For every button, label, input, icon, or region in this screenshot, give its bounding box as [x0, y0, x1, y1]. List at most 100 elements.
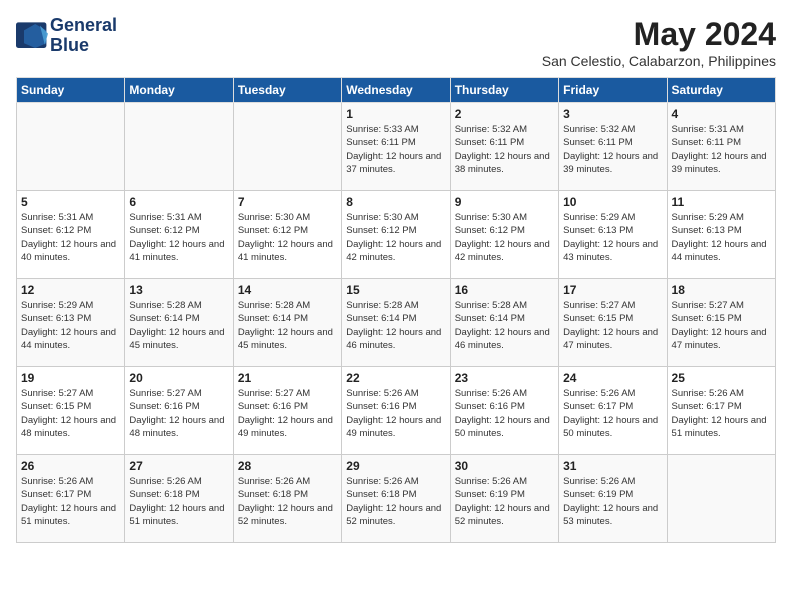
- calendar-table: Sunday Monday Tuesday Wednesday Thursday…: [16, 77, 776, 543]
- day-number: 14: [238, 283, 337, 297]
- logo: General Blue: [16, 16, 117, 56]
- day-cell: 9 Sunrise: 5:30 AM Sunset: 6:12 PM Daylig…: [450, 191, 558, 279]
- day-info: Sunrise: 5:26 AM Sunset: 6:17 PM Dayligh…: [672, 387, 771, 440]
- day-info: Sunrise: 5:26 AM Sunset: 6:19 PM Dayligh…: [455, 475, 554, 528]
- day-cell: 7 Sunrise: 5:30 AM Sunset: 6:12 PM Daylig…: [233, 191, 341, 279]
- location: San Celestio, Calabarzon, Philippines: [542, 53, 776, 69]
- day-info: Sunrise: 5:30 AM Sunset: 6:12 PM Dayligh…: [238, 211, 337, 264]
- day-info: Sunrise: 5:31 AM Sunset: 6:12 PM Dayligh…: [129, 211, 228, 264]
- day-cell: 21 Sunrise: 5:27 AM Sunset: 6:16 PM Dayli…: [233, 367, 341, 455]
- day-info: Sunrise: 5:26 AM Sunset: 6:19 PM Dayligh…: [563, 475, 662, 528]
- day-number: 7: [238, 195, 337, 209]
- day-number: 9: [455, 195, 554, 209]
- day-cell: 16Sunrise: 5:28 AM Sunset: 6:14 PM Dayli…: [450, 279, 558, 367]
- month-title: May 2024: [542, 16, 776, 53]
- day-info: Sunrise: 5:26 AM Sunset: 6:16 PM Dayligh…: [455, 387, 554, 440]
- day-info: Sunrise: 5:31 AM Sunset: 6:11 PM Dayligh…: [672, 123, 771, 176]
- day-number: 18: [672, 283, 771, 297]
- day-cell: 2 Sunrise: 5:32 AM Sunset: 6:11 PM Daylig…: [450, 103, 558, 191]
- week-row-1: 1 Sunrise: 5:33 AM Sunset: 6:11 PM Daylig…: [17, 103, 776, 191]
- day-number: 3: [563, 107, 662, 121]
- day-info: Sunrise: 5:32 AM Sunset: 6:11 PM Dayligh…: [455, 123, 554, 176]
- day-cell: 1 Sunrise: 5:33 AM Sunset: 6:11 PM Daylig…: [342, 103, 450, 191]
- day-cell: [667, 455, 775, 543]
- day-cell: 22 Sunrise: 5:26 AM Sunset: 6:16 PM Dayli…: [342, 367, 450, 455]
- day-number: 28: [238, 459, 337, 473]
- week-row-3: 12Sunrise: 5:29 AM Sunset: 6:13 PM Dayli…: [17, 279, 776, 367]
- day-cell: 29Sunrise: 5:26 AM Sunset: 6:18 PM Dayli…: [342, 455, 450, 543]
- day-info: Sunrise: 5:27 AM Sunset: 6:15 PM Dayligh…: [672, 299, 771, 352]
- day-number: 17: [563, 283, 662, 297]
- day-info: Sunrise: 5:32 AM Sunset: 6:11 PM Dayligh…: [563, 123, 662, 176]
- day-cell: 19 Sunrise: 5:27 AM Sunset: 6:15 PM Dayli…: [17, 367, 125, 455]
- day-cell: 15Sunrise: 5:28 AM Sunset: 6:14 PM Dayli…: [342, 279, 450, 367]
- day-cell: 20 Sunrise: 5:27 AM Sunset: 6:16 PM Dayli…: [125, 367, 233, 455]
- day-cell: 4 Sunrise: 5:31 AM Sunset: 6:11 PM Daylig…: [667, 103, 775, 191]
- day-cell: 18 Sunrise: 5:27 AM Sunset: 6:15 PM Dayli…: [667, 279, 775, 367]
- day-number: 8: [346, 195, 445, 209]
- day-cell: [17, 103, 125, 191]
- day-info: Sunrise: 5:27 AM Sunset: 6:15 PM Dayligh…: [563, 299, 662, 352]
- day-info: Sunrise: 5:26 AM Sunset: 6:17 PM Dayligh…: [563, 387, 662, 440]
- day-cell: 11 Sunrise: 5:29 AM Sunset: 6:13 PM Dayli…: [667, 191, 775, 279]
- day-info: Sunrise: 5:26 AM Sunset: 6:17 PM Dayligh…: [21, 475, 120, 528]
- header: General Blue May 2024 San Celestio, Cala…: [16, 16, 776, 69]
- week-row-2: 5Sunrise: 5:31 AM Sunset: 6:12 PM Daylig…: [17, 191, 776, 279]
- day-cell: 17 Sunrise: 5:27 AM Sunset: 6:15 PM Dayli…: [559, 279, 667, 367]
- day-number: 11: [672, 195, 771, 209]
- day-number: 27: [129, 459, 228, 473]
- title-area: May 2024 San Celestio, Calabarzon, Phili…: [542, 16, 776, 69]
- day-number: 23: [455, 371, 554, 385]
- col-saturday: Saturday: [667, 78, 775, 103]
- day-cell: 14Sunrise: 5:28 AM Sunset: 6:14 PM Dayli…: [233, 279, 341, 367]
- day-info: Sunrise: 5:26 AM Sunset: 6:18 PM Dayligh…: [129, 475, 228, 528]
- day-number: 22: [346, 371, 445, 385]
- day-number: 21: [238, 371, 337, 385]
- col-tuesday: Tuesday: [233, 78, 341, 103]
- day-cell: 8 Sunrise: 5:30 AM Sunset: 6:12 PM Daylig…: [342, 191, 450, 279]
- day-cell: 3 Sunrise: 5:32 AM Sunset: 6:11 PM Daylig…: [559, 103, 667, 191]
- day-info: Sunrise: 5:27 AM Sunset: 6:16 PM Dayligh…: [238, 387, 337, 440]
- day-number: 25: [672, 371, 771, 385]
- week-row-4: 19 Sunrise: 5:27 AM Sunset: 6:15 PM Dayli…: [17, 367, 776, 455]
- day-number: 31: [563, 459, 662, 473]
- col-thursday: Thursday: [450, 78, 558, 103]
- day-info: Sunrise: 5:30 AM Sunset: 6:12 PM Dayligh…: [455, 211, 554, 264]
- logo-icon: [16, 22, 48, 50]
- day-info: Sunrise: 5:29 AM Sunset: 6:13 PM Dayligh…: [563, 211, 662, 264]
- day-number: 13: [129, 283, 228, 297]
- day-info: Sunrise: 5:27 AM Sunset: 6:16 PM Dayligh…: [129, 387, 228, 440]
- day-cell: 27 Sunrise: 5:26 AM Sunset: 6:18 PM Dayli…: [125, 455, 233, 543]
- day-number: 19: [21, 371, 120, 385]
- col-sunday: Sunday: [17, 78, 125, 103]
- day-number: 2: [455, 107, 554, 121]
- day-info: Sunrise: 5:28 AM Sunset: 6:14 PM Dayligh…: [129, 299, 228, 352]
- day-info: Sunrise: 5:31 AM Sunset: 6:12 PM Dayligh…: [21, 211, 120, 264]
- day-number: 30: [455, 459, 554, 473]
- day-number: 6: [129, 195, 228, 209]
- day-cell: 28Sunrise: 5:26 AM Sunset: 6:18 PM Dayli…: [233, 455, 341, 543]
- day-info: Sunrise: 5:26 AM Sunset: 6:16 PM Dayligh…: [346, 387, 445, 440]
- day-info: Sunrise: 5:27 AM Sunset: 6:15 PM Dayligh…: [21, 387, 120, 440]
- logo-text: General Blue: [50, 16, 117, 56]
- day-info: Sunrise: 5:26 AM Sunset: 6:18 PM Dayligh…: [346, 475, 445, 528]
- day-cell: 13 Sunrise: 5:28 AM Sunset: 6:14 PM Dayli…: [125, 279, 233, 367]
- day-info: Sunrise: 5:33 AM Sunset: 6:11 PM Dayligh…: [346, 123, 445, 176]
- day-number: 1: [346, 107, 445, 121]
- day-cell: 24Sunrise: 5:26 AM Sunset: 6:17 PM Dayli…: [559, 367, 667, 455]
- day-cell: 5Sunrise: 5:31 AM Sunset: 6:12 PM Daylig…: [17, 191, 125, 279]
- day-number: 4: [672, 107, 771, 121]
- day-cell: 6 Sunrise: 5:31 AM Sunset: 6:12 PM Daylig…: [125, 191, 233, 279]
- day-info: Sunrise: 5:30 AM Sunset: 6:12 PM Dayligh…: [346, 211, 445, 264]
- day-cell: [125, 103, 233, 191]
- header-row: Sunday Monday Tuesday Wednesday Thursday…: [17, 78, 776, 103]
- day-cell: 10Sunrise: 5:29 AM Sunset: 6:13 PM Dayli…: [559, 191, 667, 279]
- day-cell: 12Sunrise: 5:29 AM Sunset: 6:13 PM Dayli…: [17, 279, 125, 367]
- day-number: 15: [346, 283, 445, 297]
- day-cell: 23 Sunrise: 5:26 AM Sunset: 6:16 PM Dayli…: [450, 367, 558, 455]
- day-number: 26: [21, 459, 120, 473]
- col-friday: Friday: [559, 78, 667, 103]
- day-number: 20: [129, 371, 228, 385]
- col-monday: Monday: [125, 78, 233, 103]
- day-info: Sunrise: 5:29 AM Sunset: 6:13 PM Dayligh…: [672, 211, 771, 264]
